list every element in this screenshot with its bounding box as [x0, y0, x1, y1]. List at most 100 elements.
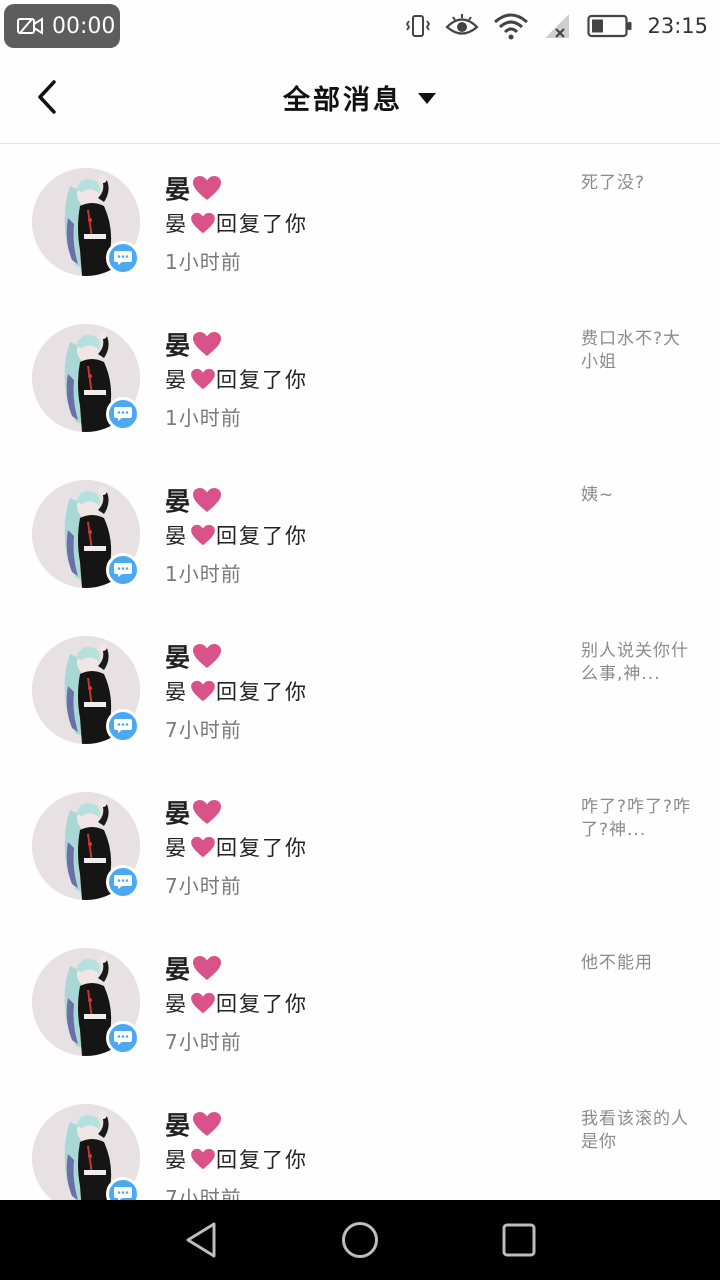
avatar[interactable]: [32, 636, 140, 744]
chat-bubble-icon: [114, 251, 132, 265]
reply-notice: 晏 回复了你: [165, 676, 308, 706]
message-snippet: 我看该滚的人是你: [581, 1109, 689, 1152]
timestamp: 1小时前: [165, 562, 242, 586]
heart-icon: [193, 332, 222, 356]
message-row[interactable]: 晏 晏 回复了你 1小时前 死了没?: [0, 144, 720, 300]
sender-name-text: 晏: [165, 643, 191, 672]
heart-icon: [193, 176, 222, 200]
avatar[interactable]: [32, 792, 140, 900]
heart-icon: [191, 1148, 215, 1170]
message-snippet: 别人说关你什么事,神...: [581, 641, 689, 684]
message-filter-dropdown[interactable]: 全部消息: [0, 78, 720, 117]
vibrate-icon: [406, 15, 431, 37]
reply-text: 回复了你: [216, 212, 308, 236]
timestamp: 1小时前: [165, 250, 242, 274]
heart-icon: [191, 680, 215, 702]
avatar[interactable]: [32, 324, 140, 432]
reply-text: 回复了你: [216, 992, 308, 1016]
page-title: 全部消息: [283, 85, 403, 116]
sender-name-text: 晏: [165, 175, 191, 204]
reply-text: 回复了你: [216, 524, 308, 548]
message-list: 晏 晏 回复了你 1小时前 死了没? 晏 晏 回复了你 1小时前 费口水不?大小…: [0, 144, 720, 1200]
sender-name[interactable]: 晏: [165, 170, 222, 206]
reply-notice: 晏 回复了你: [165, 208, 308, 238]
reply-badge: [106, 1021, 140, 1055]
clock: 23:15: [647, 14, 708, 38]
reply-badge: [106, 241, 140, 275]
reply-sender: 晏: [165, 212, 188, 236]
message-row[interactable]: 晏 晏 回复了你 1小时前 费口水不?大小姐: [0, 300, 720, 456]
battery-icon: [587, 14, 632, 38]
message-snippet: 他不能用: [581, 953, 653, 973]
video-camera-icon: [17, 17, 43, 35]
nav-back-icon[interactable]: [182, 1220, 220, 1260]
chat-bubble-icon: [114, 407, 132, 421]
sender-name-text: 晏: [165, 331, 191, 360]
message-snippet: 死了没?: [581, 173, 646, 193]
message-row[interactable]: 晏 晏 回复了你 1小时前 姨~: [0, 456, 720, 612]
reply-sender: 晏: [165, 836, 188, 860]
heart-icon: [193, 488, 222, 512]
message-row[interactable]: 晏 晏 回复了你 7小时前 他不能用: [0, 924, 720, 1080]
reply-text: 回复了你: [216, 836, 308, 860]
heart-icon: [191, 836, 215, 858]
avatar[interactable]: [32, 168, 140, 276]
reply-notice: 晏 回复了你: [165, 832, 308, 862]
timestamp: 7小时前: [165, 1186, 242, 1200]
reply-badge: [106, 865, 140, 899]
chat-bubble-icon: [114, 563, 132, 577]
message-snippet: 姨~: [581, 485, 615, 505]
sender-name[interactable]: 晏: [165, 638, 222, 674]
chat-bubble-icon: [114, 719, 132, 733]
nav-recent-apps-icon[interactable]: [501, 1222, 537, 1258]
sender-name[interactable]: 晏: [165, 794, 222, 830]
heart-icon: [193, 956, 222, 980]
message-row[interactable]: 晏 晏 回复了你 7小时前 咋了?咋了?咋了?神...: [0, 768, 720, 924]
heart-icon: [193, 644, 222, 668]
heart-icon: [193, 800, 222, 824]
heart-icon: [191, 992, 215, 1014]
status-icons: 23:15: [405, 10, 708, 42]
app-header: 全部消息: [0, 52, 720, 144]
heart-icon: [191, 524, 215, 546]
sender-name-text: 晏: [165, 799, 191, 828]
sender-name-text: 晏: [165, 487, 191, 516]
screen-record-indicator[interactable]: 00:00: [4, 4, 120, 48]
wifi-icon: [494, 13, 529, 40]
chat-bubble-icon: [114, 875, 132, 889]
nav-home-icon[interactable]: [340, 1220, 380, 1260]
eye-icon: [445, 14, 480, 35]
sender-name[interactable]: 晏: [165, 950, 222, 986]
chat-bubble-icon: [114, 1187, 132, 1200]
avatar[interactable]: [32, 480, 140, 588]
sender-name[interactable]: 晏: [165, 1106, 222, 1142]
sender-name[interactable]: 晏: [165, 482, 222, 518]
timestamp: 1小时前: [165, 406, 242, 430]
timestamp: 7小时前: [165, 718, 242, 742]
sender-name[interactable]: 晏: [165, 326, 222, 362]
reply-text: 回复了你: [216, 680, 308, 704]
timestamp: 7小时前: [165, 874, 242, 898]
sender-name-text: 晏: [165, 1111, 191, 1140]
reply-badge: [106, 709, 140, 743]
system-nav-bar: [0, 1200, 720, 1280]
record-time: 00:00: [52, 13, 116, 39]
message-row[interactable]: 晏 晏 回复了你 7小时前 我看该滚的人是你: [0, 1080, 720, 1200]
heart-icon: [191, 368, 215, 390]
reply-sender: 晏: [165, 992, 188, 1016]
reply-sender: 晏: [165, 368, 188, 392]
avatar[interactable]: [32, 1104, 140, 1200]
reply-sender: 晏: [165, 524, 188, 548]
message-snippet: 费口水不?大小姐: [581, 329, 682, 372]
reply-notice: 晏 回复了你: [165, 364, 308, 394]
message-row[interactable]: 晏 晏 回复了你 7小时前 别人说关你什么事,神...: [0, 612, 720, 768]
message-snippet: 咋了?咋了?咋了?神...: [581, 797, 692, 840]
signal-icon: [545, 14, 570, 38]
reply-notice: 晏 回复了你: [165, 1144, 308, 1174]
avatar[interactable]: [32, 948, 140, 1056]
reply-badge: [106, 397, 140, 431]
heart-icon: [191, 212, 215, 234]
caret-down-icon: [418, 92, 436, 104]
heart-icon: [193, 1112, 222, 1136]
reply-sender: 晏: [165, 1148, 188, 1172]
